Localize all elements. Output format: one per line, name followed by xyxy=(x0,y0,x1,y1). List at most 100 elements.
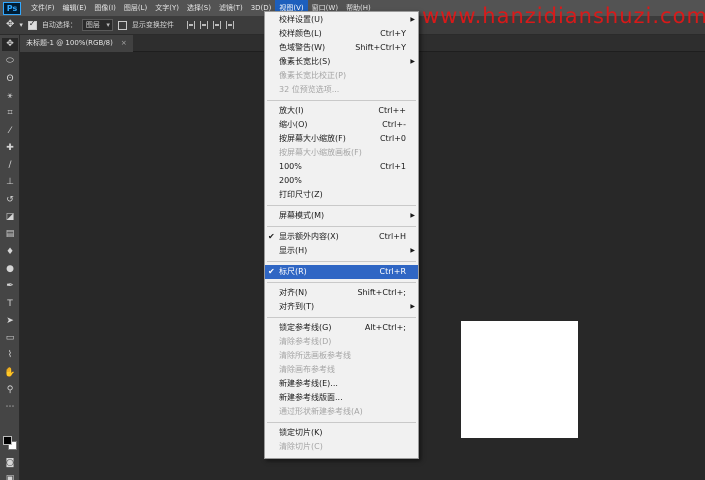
screen-mode-icon[interactable]: ▣ xyxy=(2,473,18,480)
close-icon[interactable]: × xyxy=(121,39,127,47)
submenu-arrow-icon: ▶ xyxy=(410,58,415,65)
view-menu-item[interactable]: 按屏幕大小缩放(F) Ctrl+0 xyxy=(265,132,418,146)
menu-select[interactable]: 选择(S) xyxy=(183,0,215,16)
view-menu-item[interactable]: 校样设置(U) ▶ xyxy=(265,13,418,27)
crop-tool-icon[interactable]: ⌗ xyxy=(2,107,18,120)
view-menu-item[interactable]: 像素长宽比(S) ▶ xyxy=(265,55,418,69)
foreground-color-swatch[interactable] xyxy=(3,436,12,445)
menu-separator xyxy=(267,317,416,318)
view-menu-item[interactable]: 放大(I) Ctrl++ xyxy=(265,104,418,118)
eyedropper-tool-icon[interactable]: ⁄ xyxy=(2,125,18,138)
view-menu-item[interactable]: ✔ 标尺(R) Ctrl+R xyxy=(265,265,418,279)
shape-tool-icon[interactable]: ▭ xyxy=(2,332,18,345)
lasso-tool-icon[interactable]: ʘ xyxy=(2,73,18,86)
view-menu-item[interactable]: 打印尺寸(Z) xyxy=(265,188,418,202)
menu-image[interactable]: 图像(I) xyxy=(90,0,120,16)
show-transform-controls-label: 显示变换控件 xyxy=(131,21,174,29)
type-tool-icon[interactable]: T xyxy=(2,298,18,311)
view-menu-item-label: 对齐到(T) xyxy=(279,302,315,311)
move-tool-icon[interactable]: ✥ xyxy=(2,38,18,51)
menu-file[interactable]: 文件(F) xyxy=(27,0,59,16)
view-menu-item[interactable]: 新建参考线版面... xyxy=(265,391,418,405)
align-middle-icon[interactable] xyxy=(199,21,208,29)
quick-mask-icon[interactable]: ◙ xyxy=(2,457,18,470)
view-menu-item: 清除切片(C) xyxy=(265,440,418,454)
submenu-arrow-icon: ▶ xyxy=(410,16,415,23)
view-menu-item-label: 100% xyxy=(279,162,302,171)
view-menu-item-shortcut: Ctrl+- xyxy=(382,120,406,129)
healing-brush-tool-icon[interactable]: ✚ xyxy=(2,142,18,155)
auto-select-target-dropdown[interactable]: 图层 xyxy=(81,19,113,31)
view-menu-item-label: 按屏幕大小缩放(F) xyxy=(279,134,346,143)
menu-separator xyxy=(267,422,416,423)
marquee-tool-icon[interactable]: ⬭ xyxy=(2,55,18,68)
clone-stamp-tool-icon[interactable]: ⊥ xyxy=(2,176,18,189)
view-menu-item[interactable]: 100% Ctrl+1 xyxy=(265,160,418,174)
view-menu-item-shortcut: Ctrl+0 xyxy=(379,134,406,143)
view-menu-item-label: 清除切片(C) xyxy=(279,442,323,451)
hand-tool-icon[interactable]: ✋ xyxy=(2,367,18,380)
gradient-tool-icon[interactable]: ▤ xyxy=(2,228,18,241)
view-menu-item[interactable]: ✔ 显示额外内容(X) Ctrl+H xyxy=(265,230,418,244)
view-menu-item[interactable]: 对齐(N) Shift+Ctrl+; xyxy=(265,286,418,300)
view-menu-item[interactable]: 200% xyxy=(265,174,418,188)
pen-tool-icon[interactable]: ✒ xyxy=(2,280,18,293)
view-menu-item[interactable]: 锁定参考线(G) Alt+Ctrl+; xyxy=(265,321,418,335)
view-menu-item-label: 屏幕模式(M) xyxy=(279,211,325,220)
align-bottom-icon[interactable] xyxy=(212,21,221,29)
chevron-down-icon[interactable]: ▾ xyxy=(19,17,23,33)
eraser-tool-icon[interactable]: ◪ xyxy=(2,211,18,224)
view-menu-item: 清除参考线(D) xyxy=(265,335,418,349)
align-buttons xyxy=(186,21,234,29)
view-menu-item: 像素长宽比校正(P) xyxy=(265,69,418,83)
view-menu-item[interactable]: 校样颜色(L) Ctrl+Y xyxy=(265,27,418,41)
align-top-icon[interactable] xyxy=(186,21,195,29)
menu-separator xyxy=(267,226,416,227)
view-menu-item[interactable]: 对齐到(T) ▶ xyxy=(265,300,418,314)
show-transform-controls-checkbox[interactable] xyxy=(117,20,127,30)
custom-tool-icon[interactable]: ⌇ xyxy=(2,349,18,362)
view-menu-item-shortcut: Ctrl+R xyxy=(379,267,407,276)
view-menu-dropdown: 校样设置(U) ▶ 校样颜色(L) Ctrl+Y 色域警告(W) Shift+Ctrl+Y… xyxy=(264,11,419,459)
document-canvas[interactable] xyxy=(461,321,578,438)
menu-type[interactable]: 文字(Y) xyxy=(151,0,183,16)
view-menu-item: 清除所选画板参考线 xyxy=(265,349,418,363)
watermark-text: www.hanzidianshuzi.com xyxy=(422,4,705,28)
submenu-arrow-icon: ▶ xyxy=(410,303,415,310)
align-left-icon[interactable] xyxy=(225,21,234,29)
view-menu-item-label: 200% xyxy=(279,176,302,185)
view-menu-item[interactable]: 新建参考线(E)... xyxy=(265,377,418,391)
view-menu-item[interactable]: 色域警告(W) Shift+Ctrl+Y xyxy=(265,41,418,55)
view-menu-item-label: 锁定切片(K) xyxy=(279,428,323,437)
dodge-tool-icon[interactable]: ● xyxy=(2,263,18,276)
zoom-tool-icon[interactable]: ⚲ xyxy=(2,384,18,397)
view-menu-item[interactable]: 缩小(O) Ctrl+- xyxy=(265,118,418,132)
view-menu-item[interactable]: 锁定切片(K) xyxy=(265,426,418,440)
menu-separator xyxy=(267,282,416,283)
document-tab[interactable]: 未标题-1 @ 100%(RGB/8) × xyxy=(20,35,133,52)
tools-panel: ✥ ⬭ ʘ ⚹ ⌗ ⁄ ✚ ∕ ⊥ ↺ ◪ ▤ ♦ ● ✒ T ➤ ▭ ⌇ ✋ ⚲ ⋯ ◙ ▣ xyxy=(0,35,20,480)
blur-tool-icon[interactable]: ♦ xyxy=(2,246,18,259)
document-tab-title: 未标题-1 @ 100%(RGB/8) xyxy=(26,39,113,47)
view-menu-item[interactable]: 屏幕模式(M) ▶ xyxy=(265,209,418,223)
view-menu-item-label: 清除参考线(D) xyxy=(279,337,332,346)
view-menu-item-label: 对齐(N) xyxy=(279,288,308,297)
more-tools-icon[interactable]: ⋯ xyxy=(2,401,18,414)
view-menu-item: 按屏幕大小缩放画板(F) xyxy=(265,146,418,160)
auto-select-checkbox[interactable] xyxy=(27,19,37,30)
menu-separator xyxy=(267,100,416,101)
history-brush-tool-icon[interactable]: ↺ xyxy=(2,194,18,207)
menu-layer[interactable]: 图层(L) xyxy=(120,0,151,16)
move-tool-preset-icon[interactable]: ✥ xyxy=(6,17,14,33)
view-menu-item[interactable]: 显示(H) ▶ xyxy=(265,244,418,258)
path-selection-tool-icon[interactable]: ➤ xyxy=(2,315,18,328)
brush-tool-icon[interactable]: ∕ xyxy=(2,159,18,172)
view-menu-item-label: 像素长宽比校正(P) xyxy=(279,71,347,80)
view-menu-item: 32 位预览选项... xyxy=(265,83,418,97)
photoshop-logo-icon: Ps xyxy=(3,1,21,15)
magic-wand-tool-icon[interactable]: ⚹ xyxy=(2,90,18,103)
auto-select-label: 自动选择： xyxy=(41,21,77,29)
photoshop-window: Ps 文件(F) 编辑(E) 图像(I) 图层(L) 文字(Y) 选择(S) 滤… xyxy=(0,0,705,480)
menu-filter[interactable]: 滤镜(T) xyxy=(215,0,247,16)
menu-edit[interactable]: 编辑(E) xyxy=(59,0,91,16)
